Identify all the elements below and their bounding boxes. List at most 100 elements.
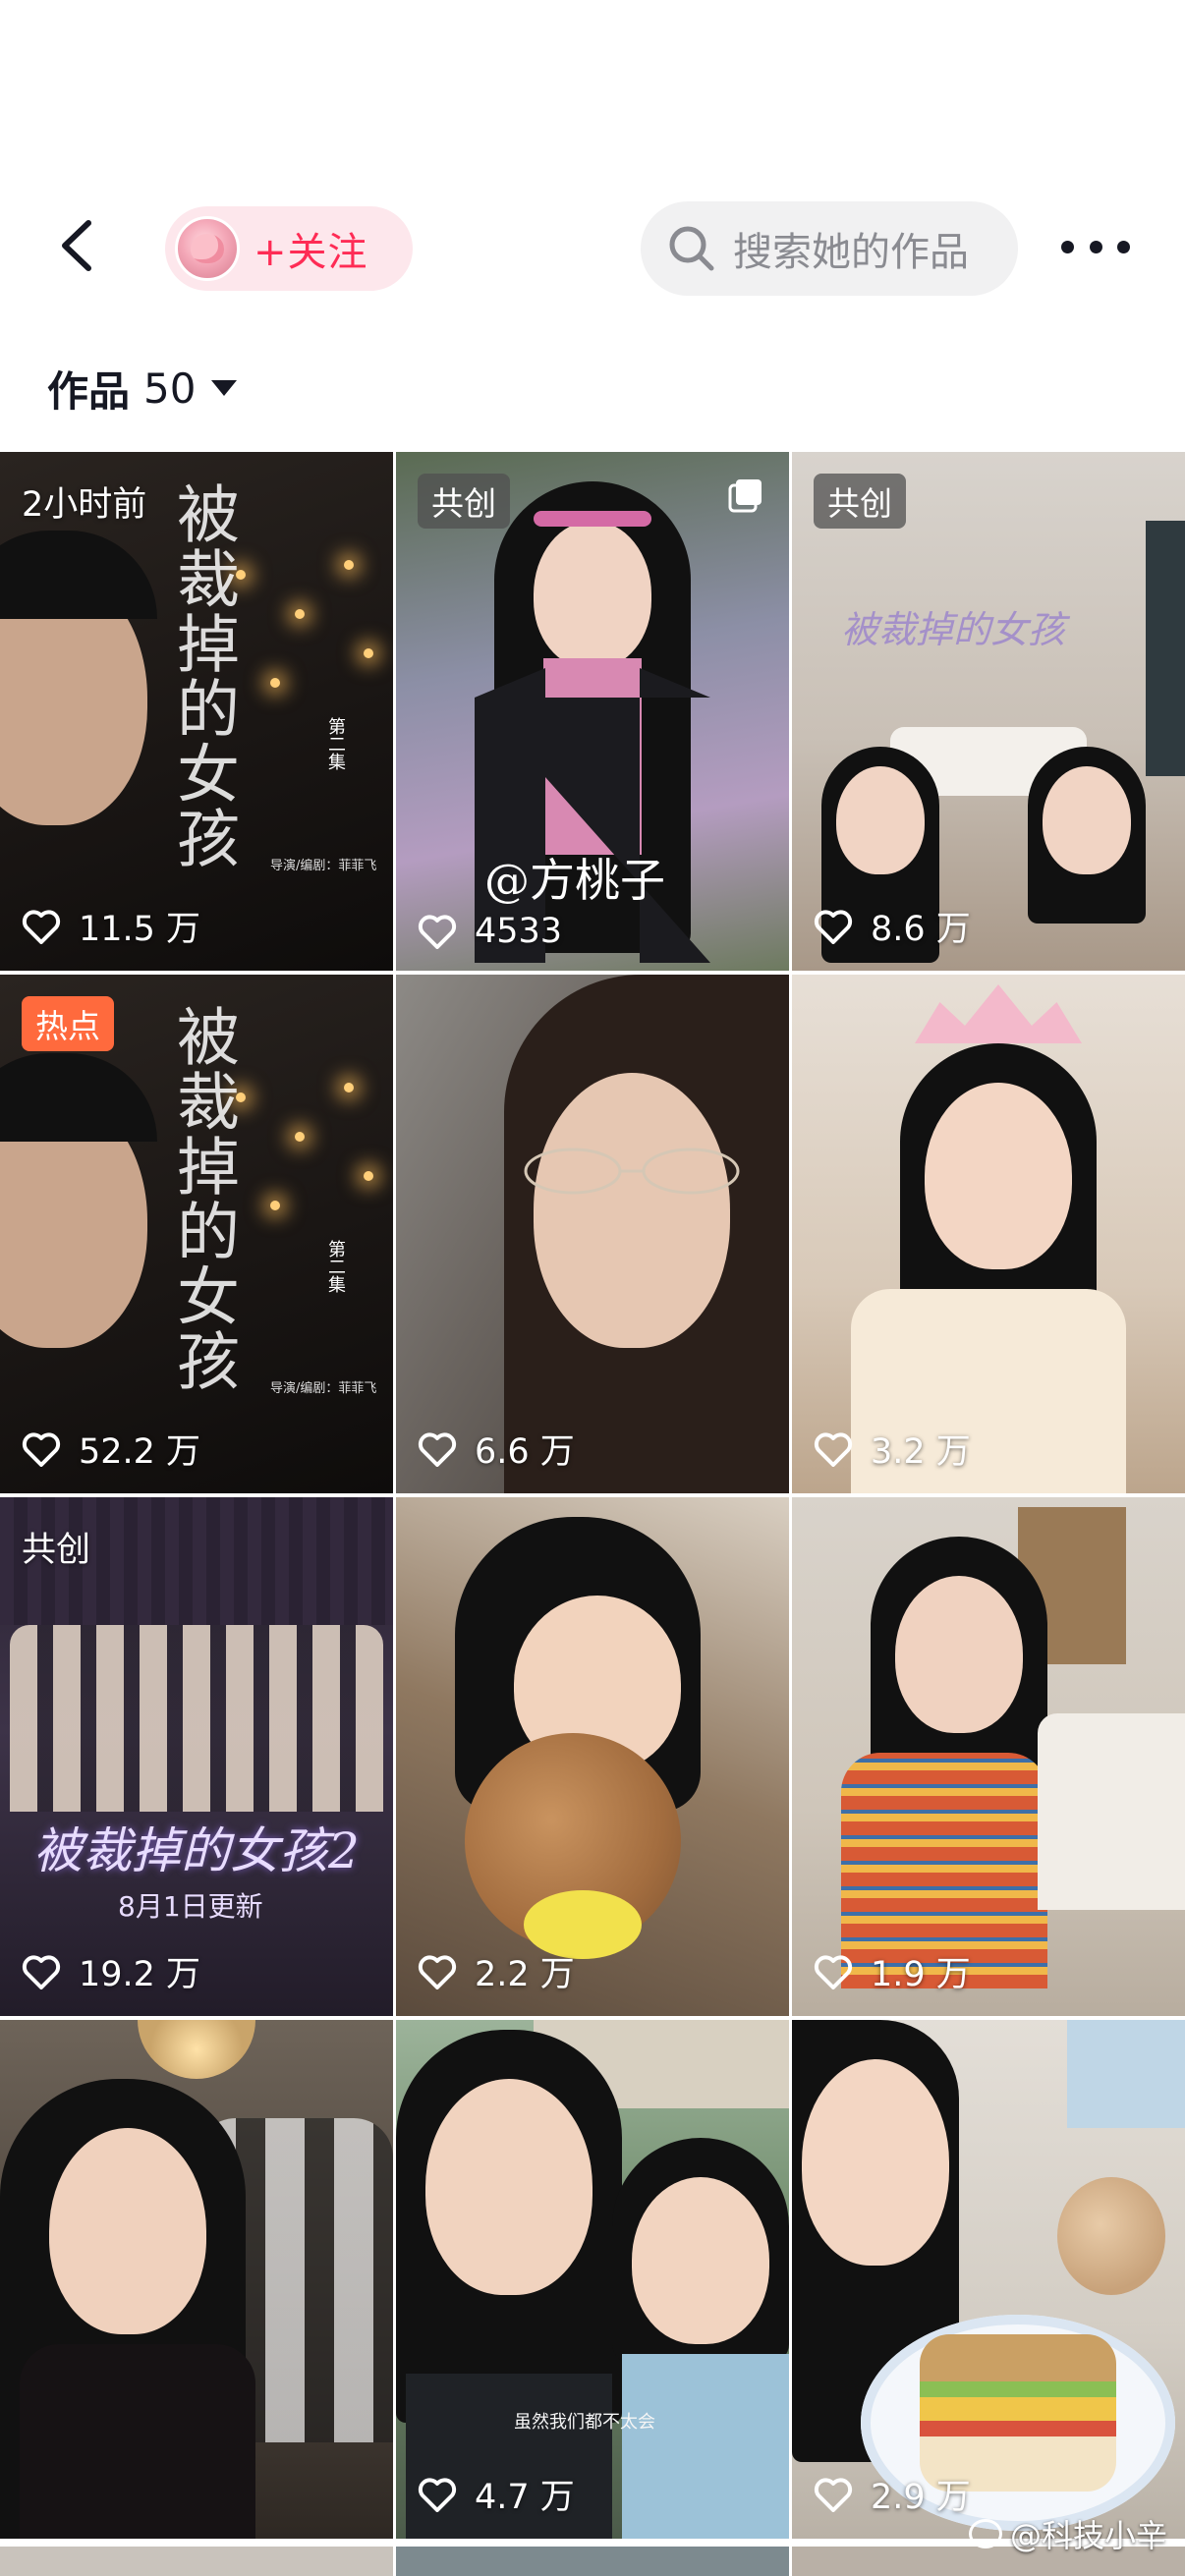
kitchen-window bbox=[1067, 2020, 1185, 2128]
street-light bbox=[364, 1171, 373, 1181]
like-count: 4.7 万 bbox=[418, 2469, 575, 2519]
subtitle-text: 虽然我们都不太会 bbox=[514, 2412, 655, 2433]
watermark: @科技小辛 bbox=[968, 2511, 1167, 2556]
cocreate-label: 共创 bbox=[22, 1530, 91, 1570]
video-tile[interactable]: 3.2 万 bbox=[792, 975, 1185, 1493]
heart-icon bbox=[418, 1954, 457, 1989]
video-tile[interactable]: 被裁掉的女孩2 8月1日更新 共创 19.2 万 bbox=[0, 1497, 393, 2016]
chandelier bbox=[138, 2020, 255, 2079]
like-count-text: 3.2 万 bbox=[871, 1432, 971, 1472]
heart-icon bbox=[418, 2477, 457, 2512]
like-count: 4533 bbox=[418, 912, 562, 951]
poster-credit: 导演/编剧：菲菲飞 bbox=[270, 1381, 377, 1396]
heart-icon bbox=[814, 2477, 853, 2512]
cocreate-badge: 共创 bbox=[418, 474, 510, 529]
poster-credit: 导演/编剧：菲菲飞 bbox=[270, 859, 377, 873]
video-tile[interactable] bbox=[0, 2020, 393, 2539]
like-count: 19.2 万 bbox=[22, 1946, 200, 1996]
peach-avatar-image bbox=[191, 234, 224, 263]
heart-icon bbox=[418, 915, 457, 949]
portrait-face bbox=[895, 1576, 1023, 1733]
like-count: 2.9 万 bbox=[814, 2469, 971, 2519]
portrait-face bbox=[836, 766, 925, 874]
search-input[interactable]: 搜索她的作品 bbox=[641, 201, 1018, 296]
weibo-icon bbox=[968, 2519, 1002, 2548]
profile-header: +关注 搜索她的作品 bbox=[0, 0, 1185, 314]
portrait-face bbox=[925, 1083, 1072, 1269]
portrait-face bbox=[425, 2079, 592, 2295]
overlay-subtitle: 8月1日更新 bbox=[118, 1890, 263, 1923]
video-tile[interactable]: 6.6 万 bbox=[396, 975, 789, 1493]
works-label: 作品 bbox=[47, 366, 131, 416]
video-tile[interactable]: 虽然我们都不太会 4.7 万 bbox=[396, 2020, 789, 2539]
video-tile[interactable]: 被裁掉的女孩 第二集 导演/编剧：菲菲飞 热点 52.2 万 bbox=[0, 975, 393, 1493]
sofa bbox=[1038, 1713, 1185, 1910]
like-count: 3.2 万 bbox=[814, 1424, 971, 1474]
follow-button[interactable]: +关注 bbox=[165, 206, 413, 291]
street-light bbox=[295, 1132, 305, 1142]
portrait-face bbox=[534, 1073, 730, 1348]
video-tile-peek[interactable] bbox=[0, 2547, 393, 2576]
back-arrow-icon bbox=[62, 220, 91, 271]
works-filter[interactable]: 作品 50 bbox=[47, 354, 238, 422]
portrait-face bbox=[534, 521, 651, 668]
like-count: 11.5 万 bbox=[22, 901, 200, 951]
more-options-button[interactable] bbox=[1061, 224, 1130, 269]
street-light bbox=[364, 648, 373, 658]
black-dress bbox=[20, 2344, 255, 2539]
back-button[interactable] bbox=[49, 211, 108, 280]
poster-episode: 第二集 bbox=[325, 1240, 346, 1293]
like-count: 1.9 万 bbox=[814, 1946, 971, 1996]
street-light bbox=[344, 560, 354, 570]
works-count: 50 bbox=[143, 364, 197, 413]
street-light bbox=[270, 678, 280, 688]
works-grid: 被裁掉的女孩 第二集 导演/编剧：菲菲飞 2小时前 11.5 万 @方桃子 共创… bbox=[0, 452, 1185, 2539]
video-tile[interactable]: 被裁掉的女孩 第二集 导演/编剧：菲菲飞 2小时前 11.5 万 bbox=[0, 452, 393, 971]
watermark-text: @科技小辛 bbox=[1009, 2517, 1167, 2554]
like-count-text: 1.9 万 bbox=[871, 1955, 971, 1994]
portrait-face bbox=[802, 2059, 949, 2266]
heart-icon bbox=[22, 909, 61, 944]
street-light bbox=[295, 609, 305, 619]
like-count: 52.2 万 bbox=[22, 1424, 200, 1474]
glasses-icon bbox=[524, 1148, 740, 1195]
multi-image-icon bbox=[728, 479, 762, 513]
video-tile[interactable]: 2.9 万 bbox=[792, 2020, 1185, 2539]
street-light bbox=[344, 1083, 354, 1092]
like-count: 6.6 万 bbox=[418, 1424, 575, 1474]
cocreate-badge: 共创 bbox=[814, 474, 906, 529]
video-tile-peek[interactable] bbox=[396, 2547, 789, 2576]
heart-icon bbox=[22, 1954, 61, 1989]
hot-badge: 热点 bbox=[22, 996, 114, 1051]
heart-icon bbox=[814, 1954, 853, 1989]
search-placeholder: 搜索她的作品 bbox=[733, 230, 969, 275]
like-count-text: 2.9 万 bbox=[871, 2478, 971, 2517]
like-count-text: 52.2 万 bbox=[79, 1432, 201, 1472]
like-count-text: 6.6 万 bbox=[475, 1432, 575, 1472]
like-count-text: 2.2 万 bbox=[475, 1955, 575, 1994]
heart-icon bbox=[814, 909, 853, 944]
overlay-title: 被裁掉的女孩2 bbox=[33, 1822, 360, 1879]
portrait-face bbox=[632, 2177, 769, 2344]
video-tile[interactable]: 2.2 万 bbox=[396, 1497, 789, 2016]
heart-icon bbox=[814, 1431, 853, 1467]
overlay-text: @方桃子 bbox=[484, 854, 665, 907]
portrait-hair bbox=[0, 531, 157, 619]
video-tile[interactable]: @方桃子 共创 4533 bbox=[396, 452, 789, 971]
video-tile[interactable]: 被裁掉的女孩 共创 8.6 万 bbox=[792, 452, 1185, 971]
video-tile[interactable]: 1.9 万 bbox=[792, 1497, 1185, 2016]
tiara bbox=[915, 984, 1082, 1043]
window bbox=[1146, 521, 1185, 776]
street-light bbox=[270, 1201, 280, 1210]
poodle bbox=[1057, 2177, 1165, 2295]
more-dot bbox=[1089, 240, 1102, 253]
like-count-text: 4.7 万 bbox=[475, 2478, 575, 2517]
avatar[interactable] bbox=[175, 216, 240, 281]
like-count: 8.6 万 bbox=[814, 901, 971, 951]
headband bbox=[534, 511, 651, 527]
like-count-text: 8.6 万 bbox=[871, 910, 971, 949]
heart-icon bbox=[22, 1431, 61, 1467]
portrait-face bbox=[1043, 766, 1131, 874]
more-dot bbox=[1061, 240, 1074, 253]
like-count-text: 11.5 万 bbox=[79, 910, 201, 949]
